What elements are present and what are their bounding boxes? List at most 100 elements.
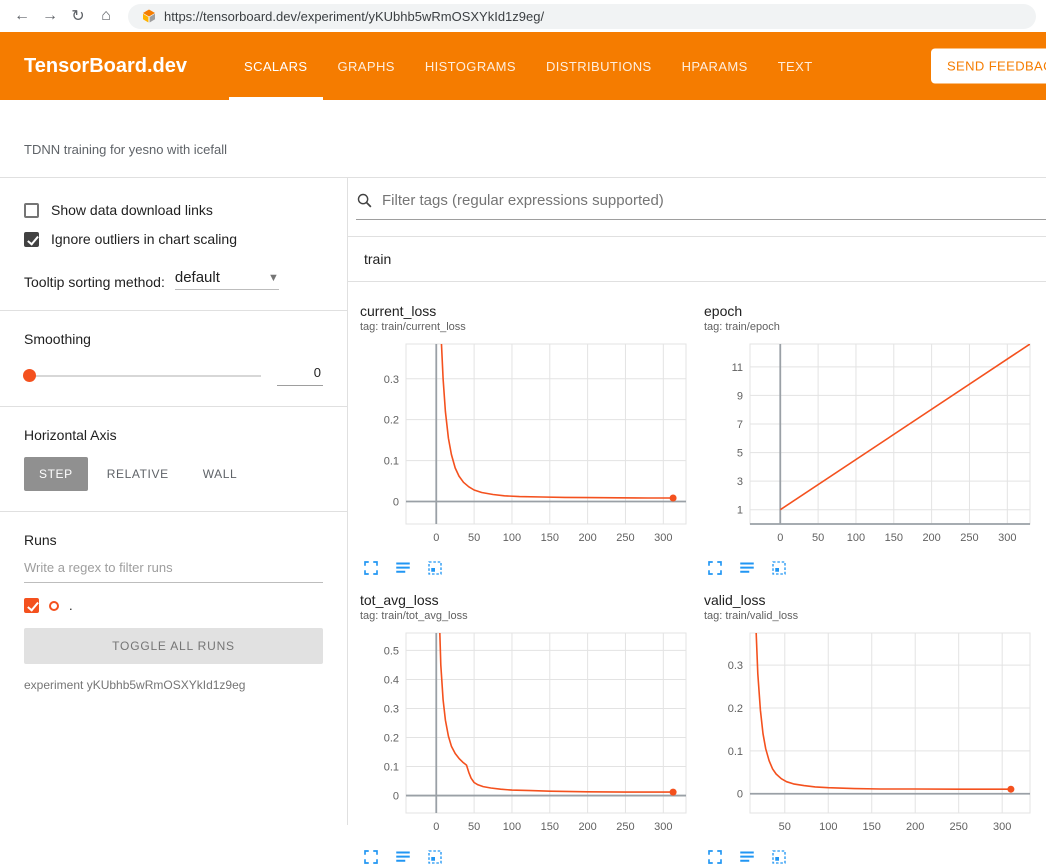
smoothing-label: Smoothing <box>24 331 323 347</box>
experiment-title-bar: TDNN training for yesno with icefall <box>0 100 1046 178</box>
smoothing-value-input[interactable]: 0 <box>277 365 323 386</box>
runs-label: Runs <box>24 532 323 548</box>
svg-text:0.2: 0.2 <box>384 733 399 745</box>
chart-title: valid_loss <box>704 591 1042 609</box>
runs-filter-input[interactable] <box>24 554 323 583</box>
axis-option-wall[interactable]: WALL <box>188 457 253 491</box>
experiment-id-note: experiment yKUbhb5wRmOSXYkId1z9eg <box>24 678 323 692</box>
svg-text:0.4: 0.4 <box>384 674 399 686</box>
chart-card-current-loss: current_losstag: train/current_loss05010… <box>360 302 698 577</box>
tooltip-sorting-label: Tooltip sorting method: <box>24 274 165 290</box>
svg-text:3: 3 <box>737 476 743 488</box>
expand-icon[interactable] <box>362 559 380 577</box>
tag-filter[interactable]: Filter tags (regular expressions support… <box>356 192 1046 220</box>
app-header: TensorBoard.dev SCALARSGRAPHSHISTOGRAMSD… <box>0 32 1046 100</box>
fit-domain-icon[interactable] <box>426 559 444 577</box>
tab-scalars[interactable]: SCALARS <box>229 32 323 100</box>
runs-selector-icon[interactable] <box>738 848 756 866</box>
run-name: . <box>69 598 73 613</box>
address-bar[interactable]: https://tensorboard.dev/experiment/yKUbh… <box>128 4 1036 29</box>
show-download-links-checkbox[interactable] <box>24 203 39 218</box>
chart-card-epoch: epochtag: train/epoch0501001502002503001… <box>704 302 1042 577</box>
svg-text:250: 250 <box>616 532 634 544</box>
svg-text:150: 150 <box>541 821 559 833</box>
tab-graphs[interactable]: GRAPHS <box>323 32 410 100</box>
svg-text:50: 50 <box>779 821 791 833</box>
forward-arrow-icon[interactable]: → <box>38 4 62 28</box>
axis-option-relative[interactable]: RELATIVE <box>92 457 184 491</box>
run-list-item[interactable]: . <box>24 598 323 613</box>
chart-tag: tag: train/epoch <box>704 320 1042 334</box>
runs-selector-icon[interactable] <box>394 559 412 577</box>
chart-toolbar <box>706 559 1042 577</box>
fit-domain-icon[interactable] <box>426 848 444 866</box>
reload-icon[interactable]: ↻ <box>66 4 90 28</box>
svg-text:0.1: 0.1 <box>384 762 399 774</box>
divider <box>0 310 347 311</box>
svg-text:0.1: 0.1 <box>384 456 399 468</box>
divider <box>0 511 347 512</box>
svg-text:0.3: 0.3 <box>384 703 399 715</box>
runs-selector-icon[interactable] <box>738 559 756 577</box>
svg-text:0.3: 0.3 <box>728 660 743 672</box>
chart-valid-loss[interactable]: 5010015020025030000.10.20.3 <box>704 627 1038 839</box>
send-feedback-button[interactable]: SEND FEEDBACK <box>931 49 1046 84</box>
svg-text:5: 5 <box>737 448 743 460</box>
expand-icon[interactable] <box>706 848 724 866</box>
runs-selector-icon[interactable] <box>394 848 412 866</box>
tooltip-sorting-value: default <box>175 269 220 286</box>
tooltip-sorting-dropdown[interactable]: default ▼ <box>175 269 279 290</box>
smoothing-slider[interactable] <box>24 375 261 377</box>
brand-logo[interactable]: TensorBoard.dev <box>24 55 187 78</box>
nav-tabs: SCALARSGRAPHSHISTOGRAMSDISTRIBUTIONSHPAR… <box>229 32 828 100</box>
chart-epoch[interactable]: 0501001502002503001357911 <box>704 338 1038 550</box>
run-checkbox[interactable] <box>24 598 39 613</box>
tab-hparams[interactable]: HPARAMS <box>667 32 763 100</box>
settings-sidebar: Show data download links Ignore outliers… <box>0 178 348 825</box>
tag-group-title: train <box>364 251 391 267</box>
expand-icon[interactable] <box>362 848 380 866</box>
svg-text:0.2: 0.2 <box>728 703 743 715</box>
tag-filter-placeholder: Filter tags (regular expressions support… <box>382 192 664 209</box>
svg-text:200: 200 <box>906 821 924 833</box>
svg-text:1: 1 <box>737 505 743 517</box>
browser-chrome: ← → ↻ ⌂ https://tensorboard.dev/experime… <box>0 0 1046 32</box>
svg-text:9: 9 <box>737 390 743 402</box>
svg-text:250: 250 <box>960 532 978 544</box>
svg-text:0.2: 0.2 <box>384 415 399 427</box>
tab-distributions[interactable]: DISTRIBUTIONS <box>531 32 667 100</box>
svg-text:200: 200 <box>922 532 940 544</box>
ignore-outliers-checkbox[interactable] <box>24 232 39 247</box>
svg-text:250: 250 <box>950 821 968 833</box>
toggle-all-runs-button[interactable]: TOGGLE ALL RUNS <box>24 628 323 664</box>
svg-text:200: 200 <box>578 532 596 544</box>
svg-text:150: 150 <box>541 532 559 544</box>
svg-text:150: 150 <box>863 821 881 833</box>
ignore-outliers-label: Ignore outliers in chart scaling <box>51 231 237 247</box>
svg-text:100: 100 <box>503 532 521 544</box>
svg-text:200: 200 <box>578 821 596 833</box>
svg-text:0: 0 <box>433 532 439 544</box>
home-icon[interactable]: ⌂ <box>94 4 118 28</box>
svg-text:300: 300 <box>654 532 672 544</box>
fit-domain-icon[interactable] <box>770 848 788 866</box>
tab-text[interactable]: TEXT <box>763 32 828 100</box>
axis-option-step[interactable]: STEP <box>24 457 88 491</box>
charts-grid: current_losstag: train/current_loss05010… <box>348 282 1046 866</box>
fit-domain-icon[interactable] <box>770 559 788 577</box>
chart-title: epoch <box>704 302 1042 320</box>
svg-text:100: 100 <box>847 532 865 544</box>
slider-thumb[interactable] <box>23 369 36 382</box>
svg-text:11: 11 <box>732 362 743 374</box>
svg-text:7: 7 <box>737 419 743 431</box>
chart-title: current_loss <box>360 302 698 320</box>
tag-group-header[interactable]: train <box>348 237 1046 282</box>
svg-text:50: 50 <box>468 821 480 833</box>
tab-histograms[interactable]: HISTOGRAMS <box>410 32 531 100</box>
chart-current-loss[interactable]: 05010015020025030000.10.20.3 <box>360 338 694 550</box>
back-arrow-icon[interactable]: ← <box>10 4 34 28</box>
chart-tot-avg-loss[interactable]: 05010015020025030000.10.20.30.40.5 <box>360 627 694 839</box>
expand-icon[interactable] <box>706 559 724 577</box>
show-download-links-label: Show data download links <box>51 202 213 218</box>
chart-tag: tag: train/tot_avg_loss <box>360 609 698 623</box>
